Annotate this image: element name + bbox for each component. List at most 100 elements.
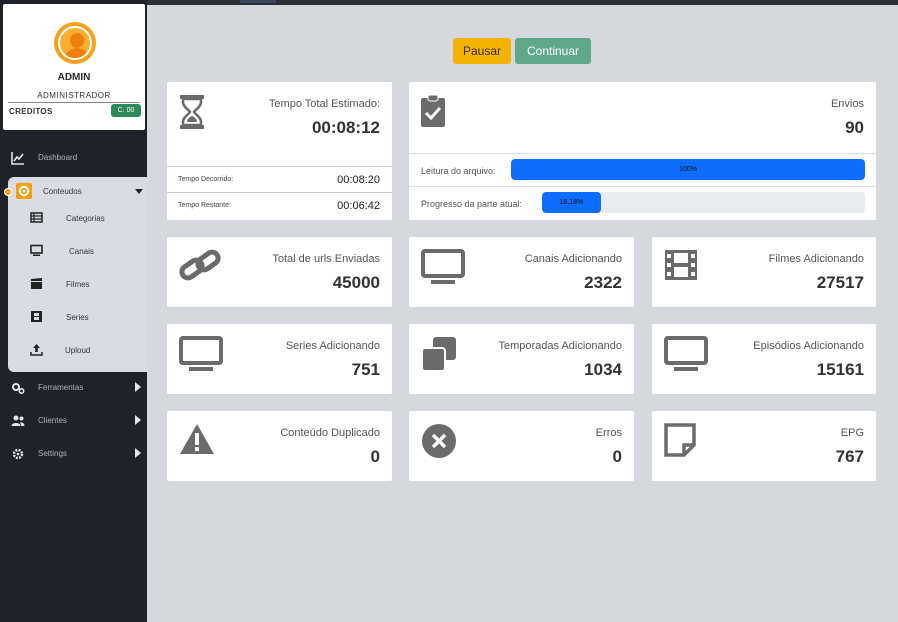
stat-title: Series Adicionando (285, 340, 380, 352)
sidebar: ADMIN ADMINISTRADOR CREDITOS C. 00 Dashb… (0, 0, 147, 622)
users-icon (11, 415, 25, 426)
continue-button[interactable]: Continuar (515, 38, 591, 64)
note-icon (664, 423, 696, 457)
stat-title: Conteúdo Duplicado (280, 427, 380, 439)
submenu-label: Categorias (66, 214, 105, 223)
sidebar-item-clientes[interactable]: Clientes (0, 410, 147, 432)
monitor-icon (421, 249, 465, 284)
stat-value: 767 (835, 447, 864, 466)
pause-button[interactable]: Pausar (453, 38, 511, 64)
credits-badge: C. 00 (111, 104, 141, 117)
submenu-item-series[interactable]: Series (8, 307, 147, 327)
upload-icon (30, 344, 43, 356)
film-icon (31, 311, 42, 322)
film-icon (665, 250, 697, 280)
submenu-item-upload[interactable]: Uploud (8, 340, 147, 360)
chart-line-icon (11, 152, 24, 165)
caret-down-icon[interactable] (135, 189, 143, 194)
gear-icon (16, 183, 32, 199)
stat-title: Erros (595, 427, 622, 439)
divider (8, 102, 140, 103)
avatar[interactable] (54, 22, 96, 64)
current-part-label: Progresso da parte atual: (421, 199, 523, 209)
clapperboard-icon (31, 278, 42, 289)
submenu-conteudos: Conteudos Categorias Canais Filmes Serie… (4, 177, 147, 372)
sidebar-item-dashboard[interactable]: Dashboard (0, 147, 147, 169)
clipboard-check-icon (421, 94, 445, 127)
profile-name: ADMIN (57, 72, 91, 83)
stat-card-temporadas: Temporadas Adicionando 1034 (409, 324, 634, 394)
time-estimate-card: Tempo Total Estimado: 00:08:12 Tempo Dec… (167, 82, 392, 220)
monitor-icon (664, 336, 708, 371)
stat-card-epg: EPG 767 (652, 411, 876, 481)
stat-value: 45000 (332, 273, 380, 292)
stat-value: 27517 (816, 273, 864, 292)
top-bar-accent (240, 0, 276, 3)
stat-title: Filmes Adicionando (768, 253, 864, 265)
close-circle-icon (422, 424, 456, 458)
file-read-progress-text: 100% (679, 166, 697, 173)
monitor-icon (30, 244, 43, 256)
active-indicator (4, 188, 12, 196)
remaining-label: Tempo Restante: (178, 202, 231, 209)
stat-title: EPG (840, 427, 864, 439)
stat-value: 0 (370, 447, 380, 466)
file-read-row: Leitura do arquivo: 100% (409, 153, 876, 186)
profile-card: ADMIN ADMINISTRADOR CREDITOS C. 00 (3, 4, 145, 130)
stat-value: 2322 (584, 273, 622, 292)
stat-value: 0 (612, 447, 622, 466)
stat-card-filmes: Filmes Adicionando 27517 (652, 237, 876, 307)
warning-icon (180, 424, 214, 454)
gear-icon (12, 448, 24, 460)
file-read-label: Leitura do arquivo: (421, 166, 496, 176)
sidebar-item-conteudos[interactable]: Conteudos (43, 187, 82, 196)
stat-title: Total de urls Enviadas (272, 253, 380, 265)
elapsed-value: 00:08:20 (337, 174, 380, 186)
current-part-progress: 18.18% (542, 192, 865, 213)
submenu-label: Series (66, 313, 89, 322)
sidebar-item-settings[interactable]: Settings (0, 443, 147, 465)
hourglass-icon (180, 95, 204, 129)
sidebar-item-label: Dashboard (38, 153, 78, 162)
current-part-row: Progresso da parte atual: 18.18% (409, 186, 876, 219)
chevron-right-icon (135, 382, 141, 392)
stat-title: Episódios Adicionando (753, 340, 864, 352)
sidebar-item-label: Settings (38, 449, 67, 458)
credits-label: CREDITOS (9, 107, 53, 116)
submenu-label: Canais (69, 247, 94, 256)
envios-card: Envios 90 Leitura do arquivo: 100% Progr… (409, 82, 876, 220)
time-value: 00:08:12 (311, 118, 380, 137)
chevron-right-icon (135, 415, 141, 425)
stat-card-series: Series Adicionando 751 (167, 324, 392, 394)
stat-card-duplicado: Conteúdo Duplicado 0 (167, 411, 392, 481)
remaining-row: Tempo Restante: 00:06:42 (167, 192, 392, 218)
envios-title: Envios (830, 98, 864, 110)
sidebar-item-label: Ferramentas (38, 383, 84, 392)
submenu-item-filmes[interactable]: Filmes (8, 274, 147, 294)
link-icon (179, 249, 221, 281)
time-title: Tempo Total Estimado: (268, 98, 380, 110)
submenu-item-categorias[interactable]: Categorias (8, 208, 147, 228)
stat-card-canais: Canais Adicionando 2322 (409, 237, 634, 307)
monitor-icon (179, 336, 223, 371)
remaining-value: 00:06:42 (337, 200, 380, 212)
copy-icon (421, 337, 456, 372)
file-read-progress: 100% (511, 159, 865, 180)
stat-title: Temporadas Adicionando (498, 340, 622, 352)
chevron-right-icon (135, 448, 141, 458)
submenu-label: Filmes (66, 280, 90, 289)
sidebar-item-ferramentas[interactable]: Ferramentas (0, 377, 147, 399)
submenu-item-canais[interactable]: Canais (8, 241, 147, 261)
stat-card-erros: Erros 0 (409, 411, 634, 481)
elapsed-row: Tempo Decorrido: 00:08:20 (167, 166, 392, 192)
stat-value: 1034 (584, 360, 622, 379)
elapsed-label: Tempo Decorrido: (178, 176, 234, 183)
list-icon (30, 212, 43, 223)
submenu-label: Uploud (65, 346, 91, 355)
sidebar-item-label: Clientes (38, 416, 67, 425)
gears-icon (12, 383, 25, 395)
stat-value: 15161 (816, 360, 864, 379)
current-part-progress-text: 18.18% (559, 199, 584, 206)
avatar-user-icon (58, 26, 92, 60)
stat-title: Canais Adicionando (524, 253, 622, 265)
